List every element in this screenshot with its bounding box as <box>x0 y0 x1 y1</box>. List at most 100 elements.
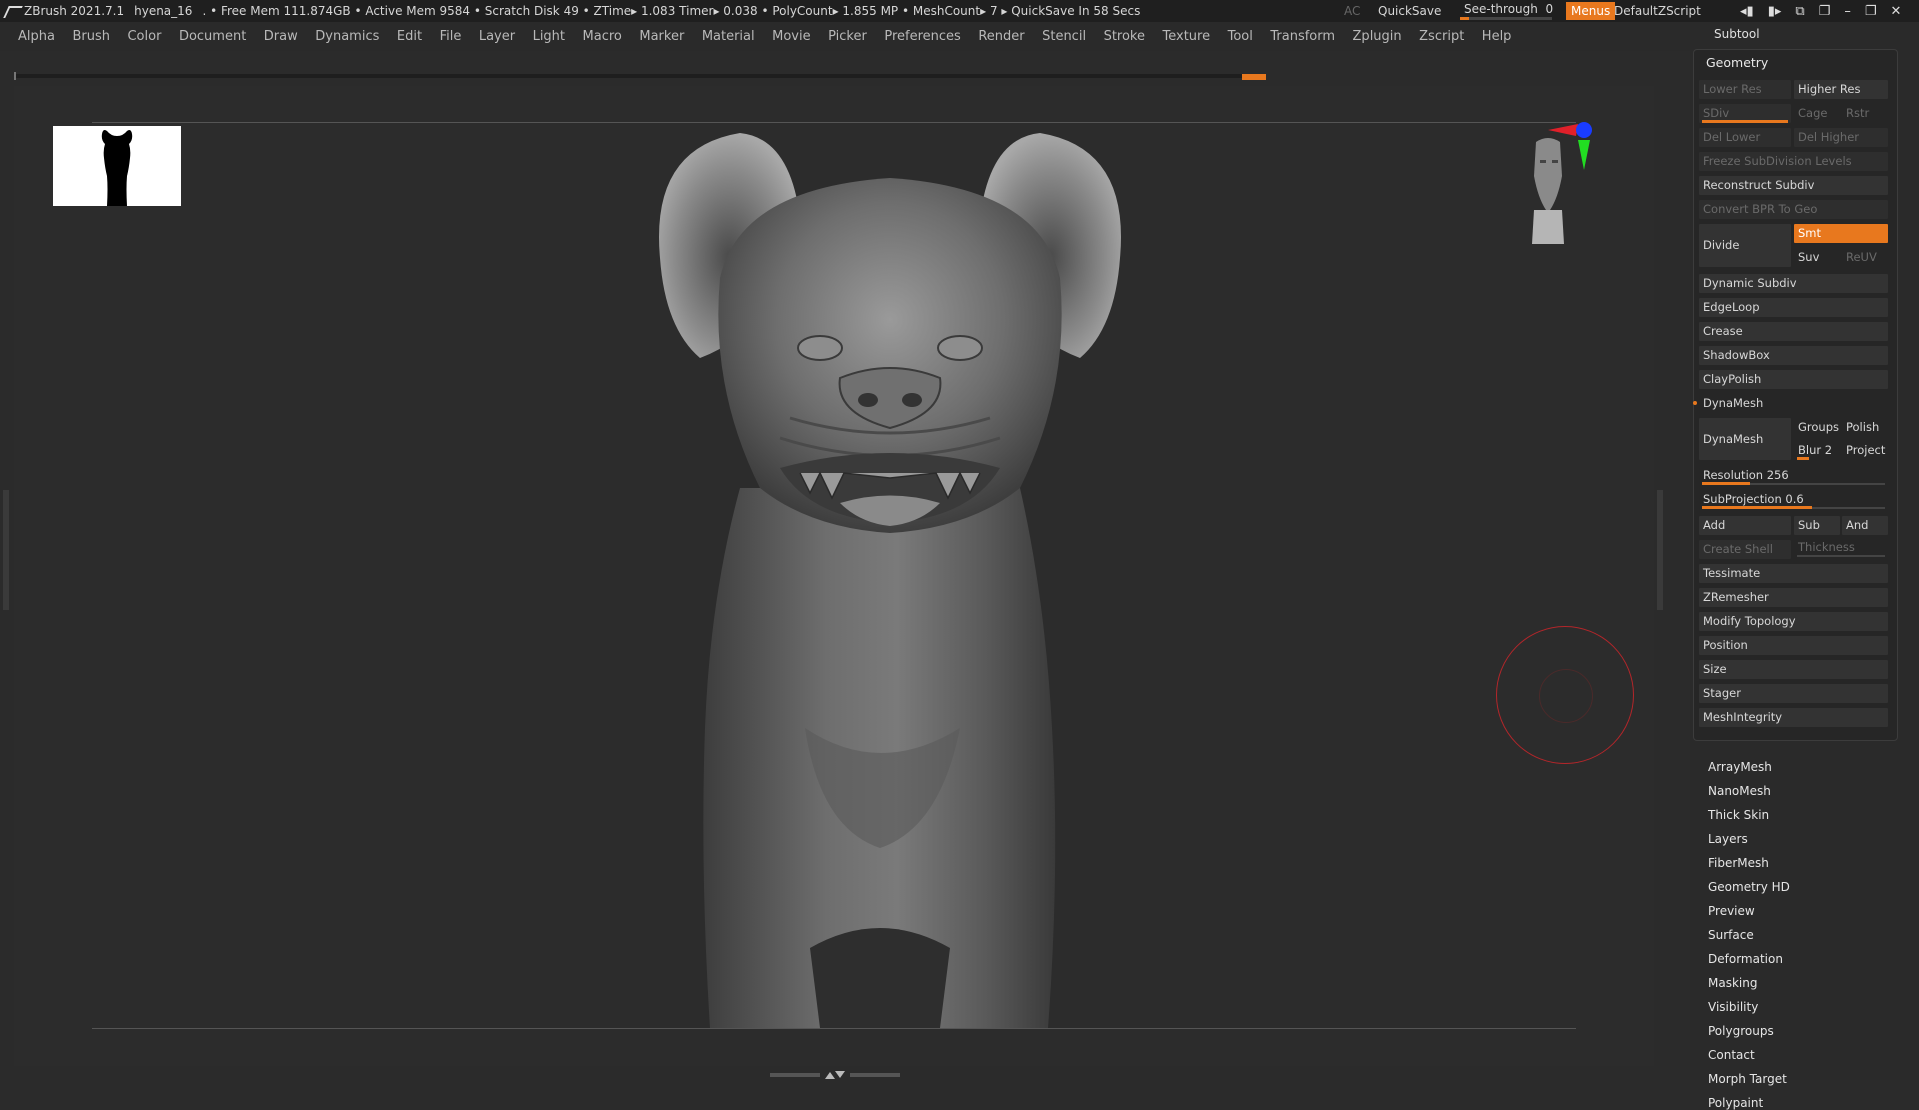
dynamic-subdiv-section[interactable]: Dynamic Subdiv <box>1699 274 1888 293</box>
menu-edit[interactable]: Edit <box>397 29 422 44</box>
left-tray-handle[interactable] <box>3 490 9 610</box>
shadowbox-section[interactable]: ShadowBox <box>1699 346 1888 365</box>
menu-light[interactable]: Light <box>533 29 565 44</box>
resolution-slider[interactable]: Resolution 256 <box>1699 466 1888 485</box>
subpalette-morph-target[interactable]: Morph Target <box>1708 1072 1787 1086</box>
subpalette-fibermesh[interactable]: FiberMesh <box>1708 856 1769 870</box>
reconstruct-subdiv-button[interactable]: Reconstruct Subdiv <box>1699 176 1888 195</box>
hyena-sculpt-model[interactable] <box>640 128 1140 1038</box>
window-float-icon[interactable]: ❐ <box>1819 4 1831 19</box>
menu-movie[interactable]: Movie <box>772 29 810 44</box>
subpalette-surface[interactable]: Surface <box>1708 928 1754 942</box>
polish-toggle[interactable]: Polish <box>1842 418 1888 437</box>
menu-document[interactable]: Document <box>179 29 246 44</box>
convert-bpr-button[interactable]: Convert BPR To Geo <box>1699 200 1888 219</box>
geometry-title[interactable]: Geometry <box>1706 55 1768 70</box>
default-zscript-button[interactable]: DefaultZScript <box>1614 0 1701 22</box>
subpalette-contact[interactable]: Contact <box>1708 1048 1755 1062</box>
blur-slider[interactable]: Blur 2 <box>1794 441 1840 460</box>
higher-res-button[interactable]: Higher Res <box>1794 80 1888 99</box>
sdiv-slider[interactable]: SDiv <box>1699 104 1791 123</box>
freeze-subdivision-button[interactable]: Freeze SubDivision Levels <box>1699 152 1888 171</box>
modify-topology-section[interactable]: Modify Topology <box>1699 612 1888 631</box>
smt-toggle[interactable]: Smt <box>1794 224 1888 243</box>
layout-right-icon[interactable]: ▮▸ <box>1768 4 1782 19</box>
restore-icon[interactable]: ❐ <box>1865 4 1877 19</box>
right-tray-handle[interactable] <box>1657 490 1663 610</box>
edgeloop-section[interactable]: EdgeLoop <box>1699 298 1888 317</box>
meshintegrity-section[interactable]: MeshIntegrity <box>1699 708 1888 727</box>
subpalette-thick-skin[interactable]: Thick Skin <box>1708 808 1769 822</box>
menu-brush[interactable]: Brush <box>72 29 110 44</box>
menu-picker[interactable]: Picker <box>828 29 867 44</box>
subpalette-polypaint[interactable]: Polypaint <box>1708 1096 1763 1110</box>
menus-toggle[interactable]: Menus <box>1566 2 1616 20</box>
dynamesh-button[interactable]: DynaMesh <box>1699 418 1791 460</box>
menu-texture[interactable]: Texture <box>1163 29 1211 44</box>
lower-res-button[interactable]: Lower Res <box>1699 80 1791 99</box>
subpalette-layers[interactable]: Layers <box>1708 832 1748 846</box>
reuv-toggle[interactable]: ReUV <box>1842 248 1888 267</box>
tessimate-section[interactable]: Tessimate <box>1699 564 1888 583</box>
divide-button[interactable]: Divide <box>1699 224 1791 267</box>
menu-zscript[interactable]: Zscript <box>1419 29 1464 44</box>
menu-file[interactable]: File <box>440 29 462 44</box>
size-section[interactable]: Size <box>1699 660 1888 679</box>
position-section[interactable]: Position <box>1699 636 1888 655</box>
menu-alpha[interactable]: Alpha <box>18 29 55 44</box>
create-shell-button[interactable]: Create Shell <box>1699 540 1791 559</box>
menu-marker[interactable]: Marker <box>639 29 684 44</box>
rstr-button[interactable]: Rstr <box>1842 104 1888 123</box>
subpalette-preview[interactable]: Preview <box>1708 904 1755 918</box>
subprojection-label: SubProjection 0.6 <box>1703 492 1804 506</box>
menu-stencil[interactable]: Stencil <box>1042 29 1086 44</box>
subpalette-deformation[interactable]: Deformation <box>1708 952 1783 966</box>
subpalette-nanomesh[interactable]: NanoMesh <box>1708 784 1771 798</box>
bottom-tray-handle[interactable] <box>770 1070 900 1079</box>
stager-section[interactable]: Stager <box>1699 684 1888 703</box>
menu-zplugin[interactable]: Zplugin <box>1353 29 1402 44</box>
menu-render[interactable]: Render <box>978 29 1024 44</box>
and-button[interactable]: And <box>1842 516 1888 535</box>
silhouette-thumbnail[interactable] <box>53 126 181 206</box>
menu-transform[interactable]: Transform <box>1270 29 1335 44</box>
dynamesh-section[interactable]: DynaMesh <box>1693 394 1888 413</box>
thickness-slider[interactable]: Thickness <box>1794 538 1888 557</box>
menu-help[interactable]: Help <box>1482 29 1512 44</box>
orientation-gizmo-icon[interactable] <box>1510 120 1600 250</box>
minimize-icon[interactable]: – <box>1844 4 1851 19</box>
claypolish-section[interactable]: ClayPolish <box>1699 370 1888 389</box>
subpalette-polygroups[interactable]: Polygroups <box>1708 1024 1774 1038</box>
menu-draw[interactable]: Draw <box>264 29 298 44</box>
layout-left-icon[interactable]: ◂▮ <box>1740 4 1754 19</box>
menu-material[interactable]: Material <box>702 29 755 44</box>
menu-tool[interactable]: Tool <box>1228 29 1253 44</box>
del-higher-button[interactable]: Del Higher <box>1794 128 1888 147</box>
window-swap-icon[interactable]: ⧉ <box>1795 4 1804 19</box>
close-icon[interactable]: ✕ <box>1890 4 1901 19</box>
project-toggle[interactable]: Project <box>1842 441 1888 460</box>
quicksave-button[interactable]: QuickSave <box>1378 0 1441 22</box>
menu-color[interactable]: Color <box>127 29 161 44</box>
groups-toggle[interactable]: Groups <box>1794 418 1840 437</box>
menu-dynamics[interactable]: Dynamics <box>315 29 379 44</box>
subprojection-slider[interactable]: SubProjection 0.6 <box>1699 490 1888 509</box>
menu-layer[interactable]: Layer <box>479 29 515 44</box>
menu-stroke[interactable]: Stroke <box>1104 29 1145 44</box>
see-through-slider[interactable]: See-through 0 <box>1460 0 1553 22</box>
subpalette-geometry-hd[interactable]: Geometry HD <box>1708 880 1790 894</box>
menu-preferences[interactable]: Preferences <box>884 29 960 44</box>
crease-section[interactable]: Crease <box>1699 322 1888 341</box>
suv-toggle[interactable]: Suv <box>1794 248 1840 267</box>
zremesher-section[interactable]: ZRemesher <box>1699 588 1888 607</box>
subtool-header[interactable]: Subtool <box>1714 27 1760 41</box>
subpalette-arraymesh[interactable]: ArrayMesh <box>1708 760 1772 774</box>
menu-macro[interactable]: Macro <box>583 29 622 44</box>
ac-button[interactable]: AC <box>1344 0 1360 22</box>
add-button[interactable]: Add <box>1699 516 1791 535</box>
subpalette-visibility[interactable]: Visibility <box>1708 1000 1758 1014</box>
subpalette-masking[interactable]: Masking <box>1708 976 1757 990</box>
sub-button[interactable]: Sub <box>1794 516 1840 535</box>
del-lower-button[interactable]: Del Lower <box>1699 128 1791 147</box>
cage-button[interactable]: Cage <box>1794 104 1840 123</box>
